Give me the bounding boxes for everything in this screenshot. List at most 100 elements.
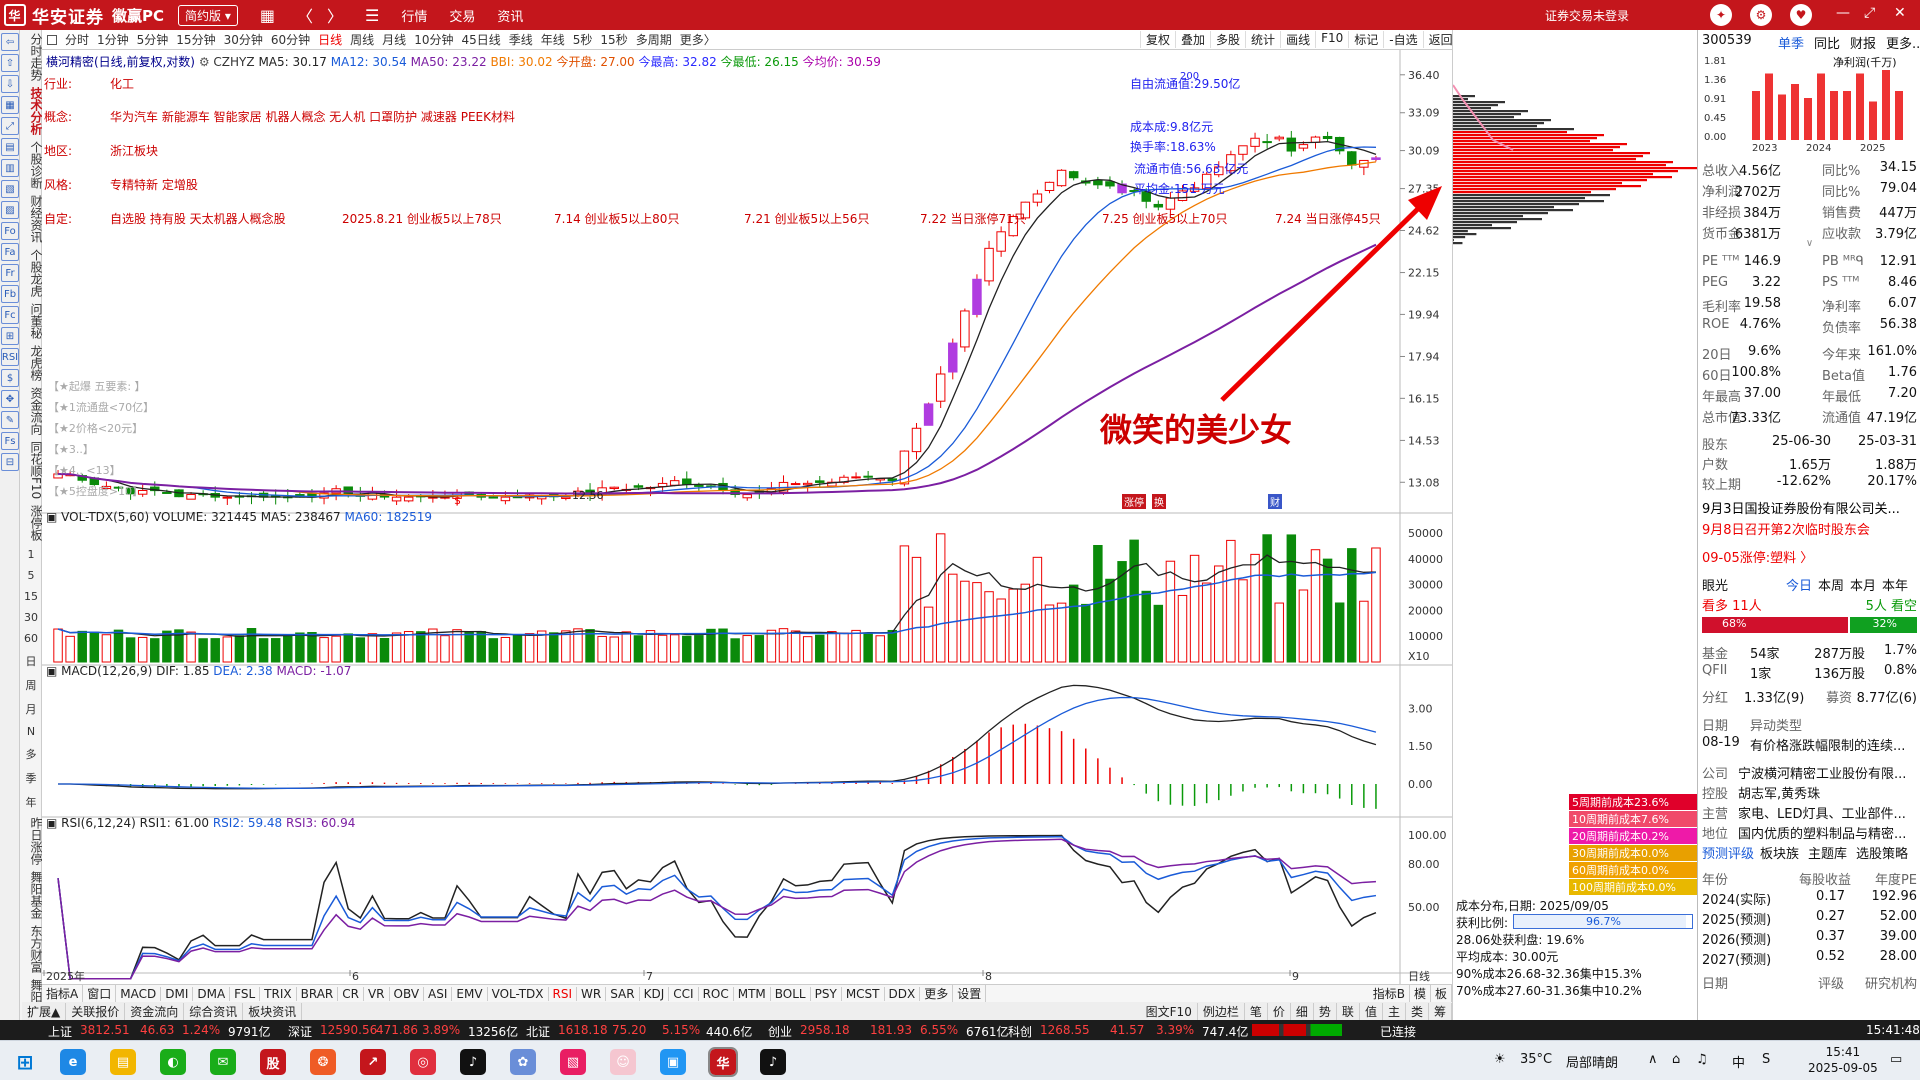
period-shortcut-6[interactable]: 周 (20, 673, 42, 697)
indicator-tab-14[interactable]: RSI (549, 986, 578, 1001)
volume-bar[interactable] (863, 632, 873, 663)
bottom-right-tab-1[interactable]: 例边栏 (1198, 1002, 1245, 1020)
volume-bar[interactable] (609, 636, 619, 663)
volume-bar[interactable] (766, 629, 777, 663)
windows-start-icon[interactable]: ⊞ (12, 1049, 38, 1075)
volume-bar[interactable] (343, 633, 353, 663)
fin-tab-report[interactable]: 财报 (1850, 33, 1876, 52)
left-tool-icon-2[interactable]: ⇩ (1, 75, 19, 93)
volume-bar[interactable] (682, 635, 692, 663)
period-15[interactable]: 多周期 (636, 31, 672, 48)
bottom-tab-3[interactable]: 综合资讯 (184, 1002, 244, 1020)
indicator-tab-1[interactable]: 窗口 (83, 985, 117, 1002)
menu-icon[interactable]: ☰ (365, 6, 379, 25)
volume-bar[interactable] (1274, 602, 1284, 663)
left-tool-icon-9[interactable]: Fo (1, 222, 19, 240)
period-shortcut-9[interactable]: 多 (20, 742, 42, 766)
volume-bar[interactable] (996, 598, 1006, 663)
left-tool-icon-17[interactable]: ✥ (1, 390, 19, 408)
indicator-tab-17[interactable]: KDJ (640, 986, 670, 1001)
weather-text[interactable]: 局部晴朗 (1566, 1052, 1618, 1071)
red-app-icon[interactable]: ↗ (360, 1049, 386, 1075)
nav-fund-flow[interactable]: 资金流向 (20, 384, 43, 438)
nav-diagnosis[interactable]: 个股诊断 (20, 138, 43, 192)
eye-tab-1[interactable]: 本周 (1818, 575, 1844, 594)
indicator-tab-19[interactable]: ROC (699, 986, 734, 1001)
volume-bar[interactable] (669, 634, 680, 663)
fin-bar[interactable] (1882, 70, 1890, 140)
volume-bar[interactable] (77, 630, 87, 663)
indicator-tab-8[interactable]: CR (338, 986, 364, 1001)
avatar-app-icon[interactable]: ☺ (610, 1049, 636, 1075)
volume-bar[interactable] (1165, 560, 1176, 663)
fin-bar[interactable] (1752, 91, 1760, 140)
chart-tool-6[interactable]: 标记 (1348, 31, 1383, 48)
ime-indicator[interactable]: 中 (1732, 1052, 1745, 1071)
volume-bar[interactable] (488, 638, 499, 663)
volume-bar[interactable] (1310, 549, 1321, 663)
period-shortcut-0[interactable]: 1 (20, 544, 42, 565)
candle[interactable] (899, 450, 910, 487)
bottom-right-tab-0[interactable]: 图文F10 (1141, 1002, 1198, 1020)
volume-bar[interactable] (379, 638, 390, 663)
volume-bar[interactable] (416, 631, 426, 663)
indicator-tab-22[interactable]: PSY (811, 986, 842, 1001)
notification-icon[interactable]: ▭ (1890, 1052, 1902, 1067)
bottom-right-tab-4[interactable]: 细 (1291, 1002, 1314, 1020)
stock-app-icon[interactable]: 股 (260, 1049, 286, 1075)
volume-bar[interactable] (694, 635, 704, 663)
bottom-right-tab-10[interactable]: 筹 (1429, 1002, 1452, 1020)
custom-value-1[interactable]: 自选股 持有股 天太机器人概念股 (110, 210, 286, 227)
bottom-right-tab-9[interactable]: 类 (1406, 1002, 1429, 1020)
limit-up-marker[interactable]: 涨停 (1122, 494, 1146, 509)
volume-bar[interactable] (839, 632, 849, 663)
indicator-tab-25[interactable]: 更多 (920, 985, 954, 1002)
link-2[interactable]: 主题库 (1808, 843, 1847, 862)
volume-bar[interactable] (887, 629, 898, 663)
volume-bar[interactable] (391, 632, 402, 663)
temperature[interactable]: 35°C (1520, 1052, 1552, 1067)
volume-bar[interactable] (851, 629, 861, 663)
company-value[interactable]: 国内优质的塑料制品与精密... (1738, 823, 1906, 842)
bottom-right-tab-2[interactable]: 笔 (1245, 1002, 1268, 1020)
ie-browser-icon[interactable]: e (60, 1049, 86, 1075)
bottom-right-tab-3[interactable]: 价 (1268, 1002, 1291, 1020)
fin-bar[interactable] (1791, 84, 1799, 140)
wechat-icon[interactable]: ✉ (210, 1049, 236, 1075)
fin-bar[interactable] (1817, 73, 1825, 141)
left-tool-icon-16[interactable]: $ (1, 369, 19, 387)
orange-app-icon[interactable]: ❂ (310, 1049, 336, 1075)
forward-icon[interactable]: 〉 (327, 3, 343, 27)
eye-tab-2[interactable]: 本月 (1850, 575, 1876, 594)
volume-bar[interactable] (948, 573, 958, 663)
volume-bar[interactable] (645, 630, 656, 663)
volume-bar[interactable] (935, 533, 946, 663)
browser-360-icon[interactable]: ◐ (160, 1049, 186, 1075)
indicator-tab-18[interactable]: CCI (669, 986, 699, 1001)
volume-bar[interactable] (331, 635, 341, 663)
period-8[interactable]: 月线 (382, 31, 406, 48)
candle[interactable] (1056, 169, 1067, 187)
nav-dragon[interactable]: 个股龙虎 (20, 246, 43, 300)
period-shortcut-10[interactable]: 季 (20, 766, 42, 790)
volume-bar[interactable] (464, 631, 474, 663)
indicator-tab-0[interactable]: 指标A (42, 985, 84, 1002)
volume-bar[interactable] (1347, 548, 1357, 663)
indicator-tab-20[interactable]: MTM (734, 986, 771, 1001)
volume-bar[interactable] (1238, 579, 1248, 663)
volume-bar[interactable] (730, 638, 740, 663)
volume-bar[interactable] (923, 606, 934, 663)
volume-bar[interactable] (403, 631, 414, 663)
volume-bar[interactable] (270, 638, 281, 663)
period-10[interactable]: 45日线 (461, 31, 500, 48)
left-tool-icon-19[interactable]: Fs (1, 432, 19, 450)
volume-bar[interactable] (355, 637, 366, 663)
left-tool-icon-10[interactable]: Fa (1, 243, 19, 261)
left-tool-icon-7[interactable]: ▧ (1, 180, 19, 198)
volume-bar[interactable] (137, 636, 148, 663)
volume-bar[interactable] (960, 580, 970, 663)
volume-bar[interactable] (1286, 534, 1297, 663)
chart-tool-7[interactable]: -自选 (1383, 31, 1422, 48)
tiktok2-icon[interactable]: ♪ (760, 1049, 786, 1075)
volume-bar[interactable] (234, 635, 245, 663)
